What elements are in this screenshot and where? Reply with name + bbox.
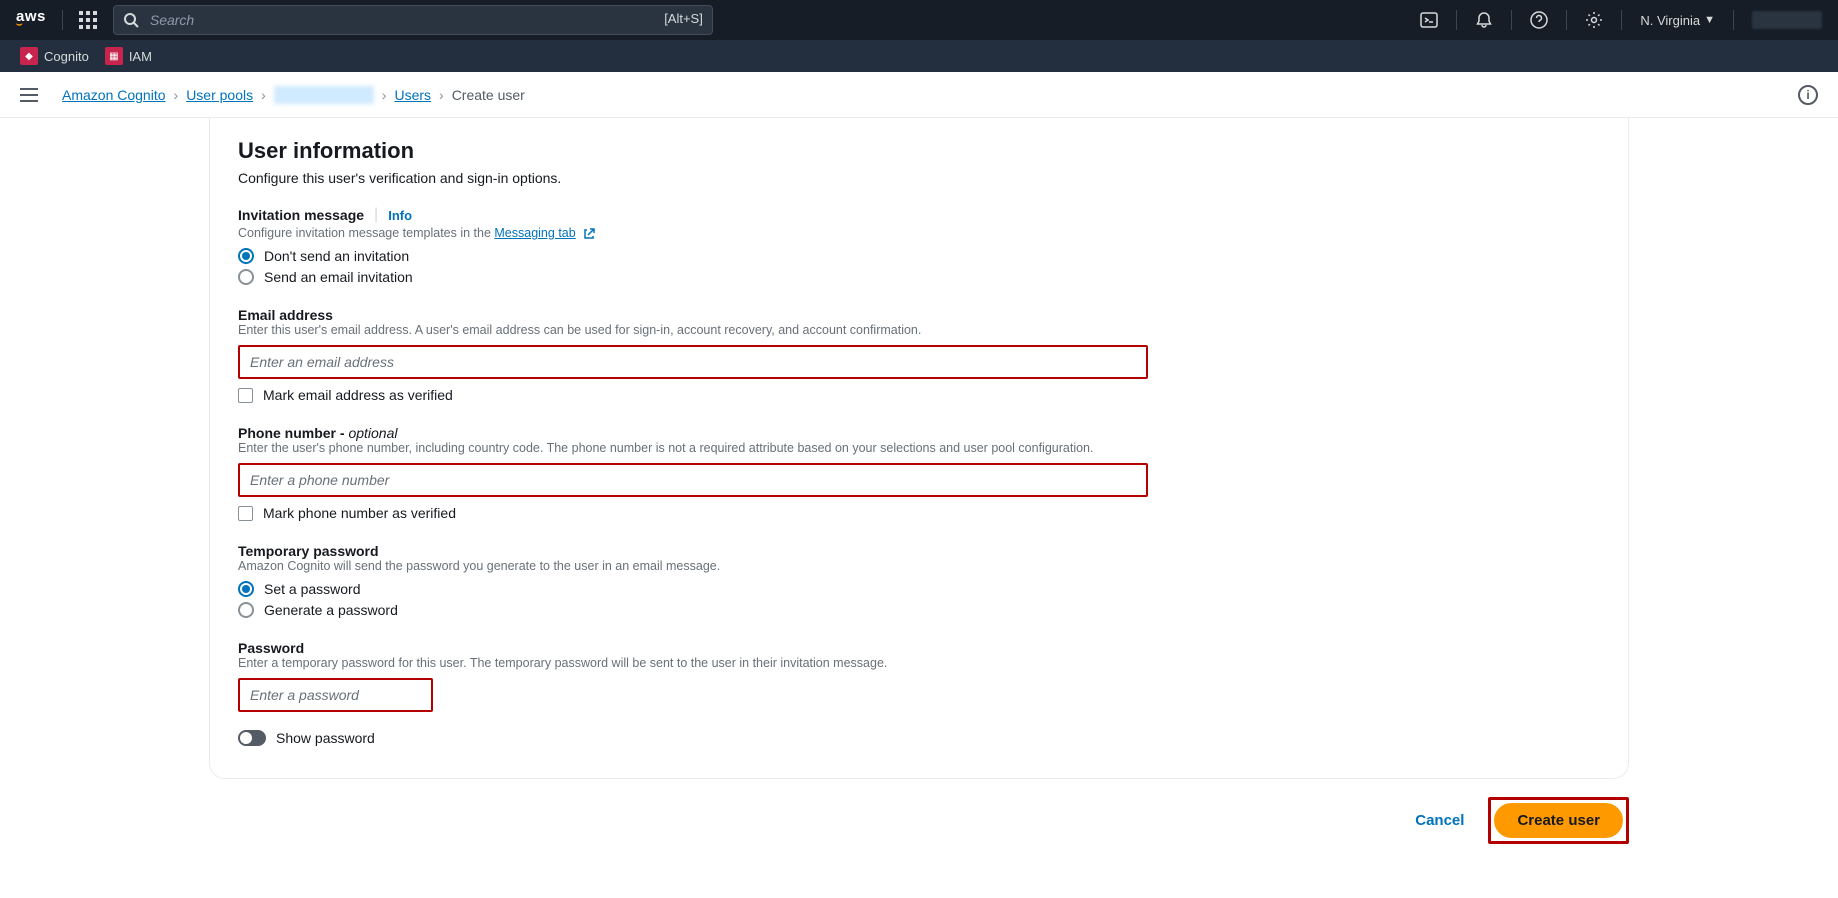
password-label: Password	[238, 640, 1600, 656]
main-content: User information Configure this user's v…	[0, 118, 1838, 864]
breadcrumb-current: Create user	[452, 87, 525, 103]
external-link-icon	[583, 228, 595, 240]
region-label: N. Virginia	[1640, 13, 1700, 28]
radio-label: Send an email invitation	[264, 269, 413, 285]
divider	[1456, 10, 1457, 30]
create-user-highlight: Create user	[1488, 797, 1629, 844]
password-block: Password Enter a temporary password for …	[238, 640, 1600, 746]
messaging-tab-link[interactable]: Messaging tab	[494, 226, 575, 240]
password-help: Enter a temporary password for this user…	[238, 656, 1600, 670]
search-input[interactable]	[113, 5, 713, 35]
breadcrumb-users[interactable]: Users	[394, 87, 431, 103]
chevron-right-icon: ›	[439, 87, 444, 103]
invitation-help: Configure invitation message templates i…	[238, 226, 1600, 240]
divider	[62, 10, 63, 30]
cognito-service-icon: ◆	[20, 47, 38, 65]
help-icon[interactable]	[1530, 11, 1548, 29]
invitation-info-link[interactable]: Info	[388, 208, 412, 223]
user-information-card: User information Configure this user's v…	[209, 118, 1629, 779]
chevron-right-icon: ›	[261, 87, 266, 103]
side-nav-toggle-icon[interactable]	[20, 88, 38, 102]
temp-password-block: Temporary password Amazon Cognito will s…	[238, 543, 1600, 618]
temp-password-label: Temporary password	[238, 543, 1600, 559]
top-navigation: aws ⌣ [Alt+S] N. Virginia ▼	[0, 0, 1838, 40]
section-title: User information	[238, 138, 1600, 164]
checkbox-icon	[238, 388, 253, 403]
phone-input[interactable]	[238, 463, 1148, 497]
show-password-toggle[interactable]: Show password	[238, 730, 1600, 746]
create-user-button[interactable]: Create user	[1494, 803, 1623, 838]
temp-pw-radio-generate[interactable]: Generate a password	[238, 602, 1600, 618]
phone-label: Phone number - optional	[238, 425, 1600, 441]
iam-service-icon: ▦	[105, 47, 123, 65]
breadcrumb-user-pools[interactable]: User pools	[186, 87, 253, 103]
radio-icon	[238, 581, 254, 597]
settings-gear-icon[interactable]	[1585, 11, 1603, 29]
checkbox-icon	[238, 506, 253, 521]
notifications-icon[interactable]	[1475, 11, 1493, 29]
search-shortcut: [Alt+S]	[664, 11, 703, 26]
breadcrumb-pool-name[interactable]	[274, 86, 374, 104]
chevron-down-icon: ▼	[1704, 14, 1715, 26]
chevron-right-icon: ›	[174, 87, 179, 103]
phone-verified-checkbox[interactable]: Mark phone number as verified	[238, 505, 1600, 521]
divider	[1621, 10, 1622, 30]
radio-label: Set a password	[264, 581, 361, 597]
account-menu[interactable]	[1752, 11, 1822, 29]
invitation-message-block: Invitation message | Info Configure invi…	[238, 206, 1600, 285]
aws-logo[interactable]: aws ⌣	[16, 11, 46, 29]
radio-label: Don't send an invitation	[264, 248, 409, 264]
breadcrumb-cognito[interactable]: Amazon Cognito	[62, 87, 166, 103]
email-input[interactable]	[238, 345, 1148, 379]
invitation-radio-dont-send[interactable]: Don't send an invitation	[238, 248, 1600, 264]
password-input[interactable]	[238, 678, 433, 712]
search-icon	[123, 12, 139, 28]
divider	[1733, 10, 1734, 30]
cancel-button[interactable]: Cancel	[1403, 804, 1476, 837]
cloudshell-icon[interactable]	[1420, 11, 1438, 29]
breadcrumb: Amazon Cognito › User pools › › Users › …	[62, 86, 525, 104]
divider: |	[374, 206, 378, 224]
toggle-label: Show password	[276, 730, 375, 746]
temp-password-help: Amazon Cognito will send the password yo…	[238, 559, 1600, 573]
email-verified-checkbox[interactable]: Mark email address as verified	[238, 387, 1600, 403]
radio-label: Generate a password	[264, 602, 398, 618]
invitation-radio-send-email[interactable]: Send an email invitation	[238, 269, 1600, 285]
divider	[1566, 10, 1567, 30]
service-chip-cognito[interactable]: ◆ Cognito	[16, 45, 93, 67]
email-help: Enter this user's email address. A user'…	[238, 323, 1600, 337]
divider	[1511, 10, 1512, 30]
section-description: Configure this user's verification and s…	[238, 170, 1600, 186]
breadcrumb-bar: Amazon Cognito › User pools › › Users › …	[0, 72, 1838, 118]
checkbox-label: Mark email address as verified	[263, 387, 453, 403]
radio-icon	[238, 602, 254, 618]
radio-icon	[238, 248, 254, 264]
checkbox-label: Mark phone number as verified	[263, 505, 456, 521]
service-chip-label: Cognito	[44, 49, 89, 64]
info-panel-toggle-icon[interactable]: i	[1798, 85, 1818, 105]
email-label: Email address	[238, 307, 1600, 323]
chevron-right-icon: ›	[382, 87, 387, 103]
service-chip-iam[interactable]: ▦ IAM	[101, 45, 156, 67]
service-chip-label: IAM	[129, 49, 152, 64]
search-container: [Alt+S]	[113, 5, 713, 35]
temp-pw-radio-set[interactable]: Set a password	[238, 581, 1600, 597]
radio-icon	[238, 269, 254, 285]
invitation-label: Invitation message	[238, 207, 364, 223]
service-shortcuts-bar: ◆ Cognito ▦ IAM	[0, 40, 1838, 72]
form-actions: Cancel Create user	[209, 797, 1629, 844]
phone-help: Enter the user's phone number, including…	[238, 441, 1600, 455]
phone-block: Phone number - optional Enter the user's…	[238, 425, 1600, 521]
services-grid-icon[interactable]	[79, 11, 97, 29]
email-block: Email address Enter this user's email ad…	[238, 307, 1600, 403]
toggle-icon	[238, 730, 266, 746]
region-selector[interactable]: N. Virginia ▼	[1640, 13, 1715, 28]
